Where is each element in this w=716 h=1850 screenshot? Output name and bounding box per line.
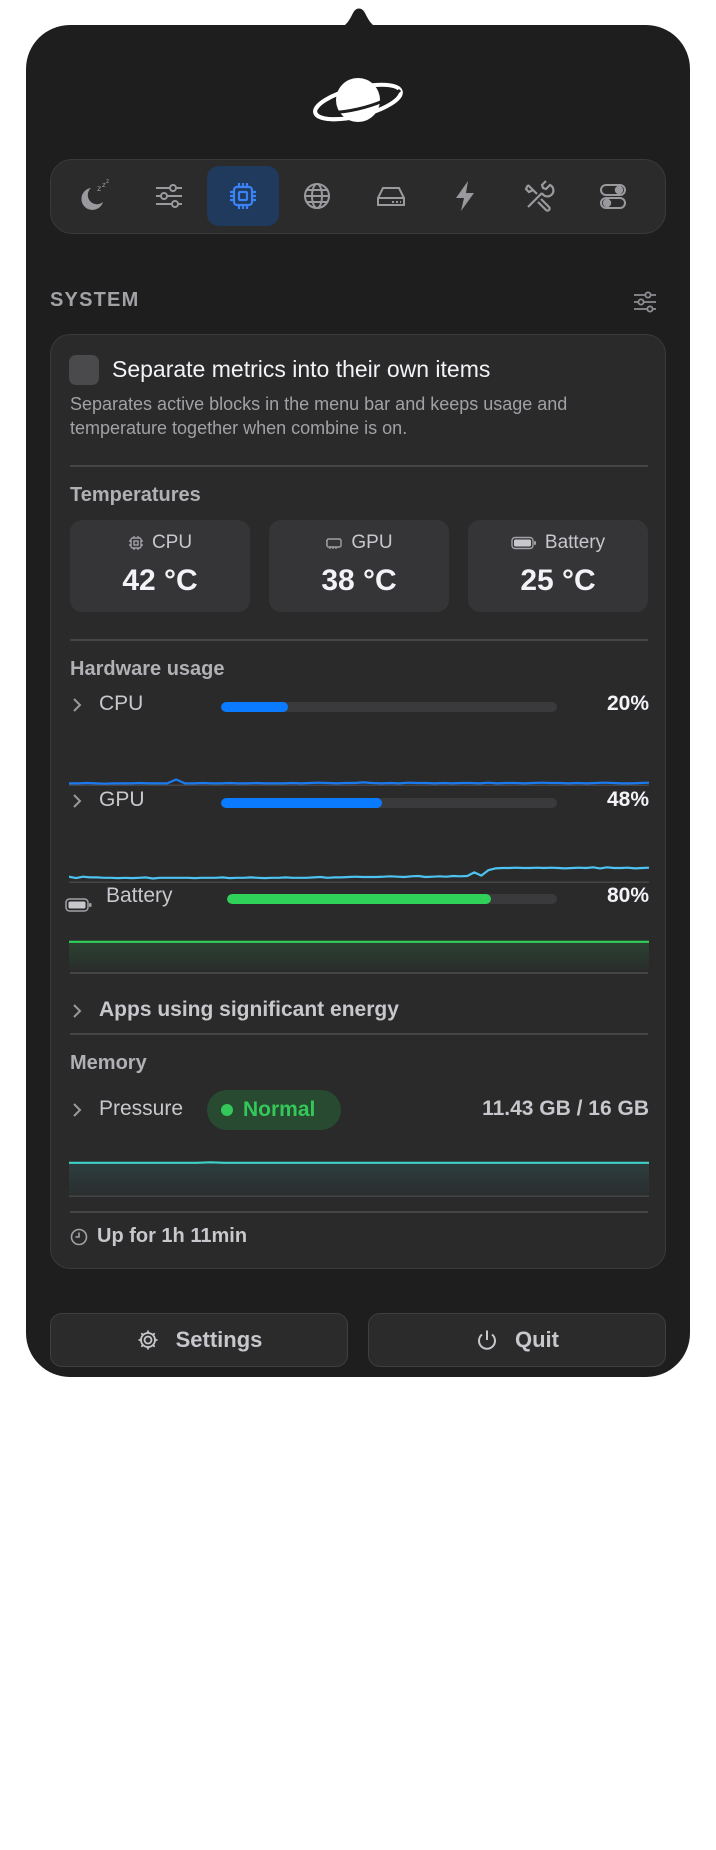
gpu-card-icon — [326, 538, 343, 549]
hardware-usage-title: Hardware usage — [70, 658, 225, 680]
gpu-usage-label[interactable]: GPU — [99, 788, 145, 812]
apps-energy-row[interactable]: Apps using significant energy — [99, 998, 399, 1022]
divider — [70, 972, 648, 974]
battery-usage-percent: 80% — [606, 884, 649, 907]
system-card: Separate metrics into their own items Se… — [50, 334, 666, 1269]
memory-pressure-label[interactable]: Pressure — [99, 1097, 183, 1121]
status-dot — [221, 1104, 233, 1116]
chevron-right-icon[interactable] — [70, 792, 84, 810]
category-tab-bar: z z z — [50, 159, 666, 234]
temp-cpu-tile: CPU 42 °C — [70, 520, 250, 612]
cpu-usage-bar-fill — [221, 702, 289, 712]
bolt-icon — [456, 181, 474, 211]
separate-metrics-label[interactable]: Separate metrics into their own items — [112, 356, 490, 383]
divider — [70, 465, 648, 467]
toggles-icon — [600, 184, 626, 209]
clock-icon — [70, 1228, 88, 1246]
battery-icon — [511, 536, 536, 550]
tab-system[interactable] — [207, 166, 279, 226]
temp-cpu-value: 42 °C — [122, 564, 198, 597]
gpu-usage-percent: 48% — [606, 788, 649, 811]
divider — [70, 1211, 648, 1213]
temp-gpu-tile: GPU 38 °C — [269, 520, 449, 612]
tab-controls[interactable] — [133, 166, 205, 226]
tools-icon — [524, 180, 555, 212]
gpu-usage-bar-fill — [221, 798, 383, 808]
divider — [70, 1033, 648, 1035]
section-settings-icon[interactable] — [632, 289, 658, 315]
tab-tools[interactable] — [503, 166, 575, 226]
memory-title: Memory — [70, 1052, 147, 1074]
cpu-usage-percent: 20% — [606, 692, 649, 715]
sliders-icon — [156, 184, 182, 208]
settings-button-label: Settings — [175, 1327, 263, 1352]
graph-line — [69, 778, 649, 785]
graph-area — [69, 1162, 649, 1197]
battery-usage-graph — [69, 940, 649, 970]
battery-usage-bar — [227, 894, 557, 904]
drive-icon — [377, 187, 405, 206]
temp-battery-tile: Battery 25 °C — [468, 520, 648, 612]
tab-power[interactable] — [429, 166, 501, 226]
cpu-chip-icon — [128, 536, 143, 550]
graph-area — [69, 941, 649, 970]
separate-metrics-checkbox[interactable] — [69, 355, 99, 385]
power-icon — [478, 1330, 496, 1350]
settings-button[interactable]: Settings — [50, 1313, 348, 1367]
temp-battery-value: 25 °C — [520, 564, 596, 597]
section-title: SYSTEM — [50, 289, 140, 311]
graph-line — [69, 1161, 649, 1164]
cpu-usage-label[interactable]: CPU — [99, 692, 143, 716]
memory-status-badge: Normal — [207, 1090, 341, 1130]
gear-icon — [138, 1330, 158, 1350]
memory-usage-text: 11.43 GB / 16 GB — [482, 1097, 649, 1120]
globe-icon — [304, 183, 330, 209]
svg-text:z: z — [106, 179, 109, 185]
memory-status-text: Normal — [243, 1098, 316, 1121]
svg-text:z: z — [97, 184, 101, 193]
separate-metrics-description: Separates active blocks in the menu bar … — [70, 394, 568, 438]
graph-line — [69, 866, 649, 880]
system-popover: z z z SYSTEM Separate metrics into their… — [26, 25, 690, 1377]
temp-gpu-value: 38 °C — [321, 564, 397, 597]
sleep-icon: z z z — [81, 179, 109, 210]
chevron-right-icon[interactable] — [70, 696, 84, 714]
battery-icon — [65, 898, 92, 912]
temp-battery-label: Battery — [544, 532, 606, 553]
temp-cpu-label: CPU — [151, 532, 193, 553]
gpu-usage-bar — [221, 798, 557, 808]
chevron-right-icon[interactable] — [70, 1101, 84, 1119]
uptime-text: Up for 1h 11min — [97, 1225, 248, 1247]
battery-usage-bar-fill — [227, 894, 491, 904]
tab-sleep[interactable]: z z z — [59, 166, 131, 226]
memory-usage-graph — [69, 1161, 649, 1197]
cpu-usage-bar — [221, 702, 557, 712]
quit-button[interactable]: Quit — [368, 1313, 666, 1367]
temperatures-title: Temperatures — [70, 484, 201, 506]
tab-network[interactable] — [281, 166, 353, 226]
tab-storage[interactable] — [355, 166, 427, 226]
quit-button-label: Quit — [515, 1327, 559, 1352]
battery-usage-label: Battery — [106, 884, 173, 907]
tab-toggles[interactable] — [577, 166, 649, 226]
cpu-chip-icon — [230, 183, 256, 209]
chevron-right-icon[interactable] — [70, 1002, 84, 1020]
gpu-usage-graph — [69, 866, 649, 883]
saturn-logo-icon — [313, 78, 403, 122]
cpu-usage-graph — [69, 778, 649, 786]
divider — [70, 639, 648, 641]
temp-gpu-label: GPU — [351, 532, 393, 553]
